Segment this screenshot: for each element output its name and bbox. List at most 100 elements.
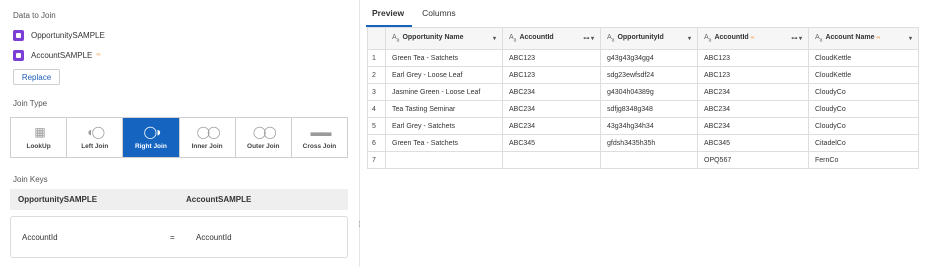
table-cell: gfdsh3435h35h	[600, 134, 698, 152]
join-key-operator: =	[170, 232, 175, 242]
table-cell: Tea Tasting Seminar	[385, 100, 503, 118]
table-cell: Earl Grey - Satchets	[385, 117, 503, 135]
text-type-icon: Aa	[392, 33, 400, 44]
column-header-label: Opportunity Name	[402, 33, 464, 41]
table-cell: 43g34hg34h34	[600, 117, 698, 135]
join-type-cross[interactable]: ▬▬ Cross Join	[292, 118, 347, 157]
table-cell	[600, 151, 698, 169]
join-keys-right-source: AccountSAMPLE	[186, 195, 252, 204]
column-header-label: Account Name	[825, 33, 875, 41]
key-icon[interactable]: ⊶ ▾	[583, 35, 594, 42]
table-row: 2 Earl Grey - Loose Leaf ABC123 sdg23ewf…	[367, 66, 919, 84]
table-cell: ABC234	[502, 83, 601, 101]
link-icon: ∞	[750, 34, 755, 41]
table-cell: ABC234	[697, 117, 809, 135]
row-number-header	[367, 27, 386, 50]
text-type-icon: Aa	[815, 33, 823, 44]
table-cell: CitadelCo	[808, 134, 919, 152]
table-cell: ABC123	[697, 66, 809, 84]
right-join-icon: ◯◑	[143, 124, 162, 139]
join-type-selector: ▦ LookUp ◐◯ Left Join ◯◑ Right Join ◯◯ I…	[10, 117, 348, 158]
datasource-name: OpportunitySAMPLE	[31, 30, 105, 40]
table-cell: sdfjg8348g348	[600, 100, 698, 118]
inner-join-icon: ◯◯	[196, 124, 221, 139]
table-cell: g4304h04389g	[600, 83, 698, 101]
column-header-label: AccountId	[714, 33, 749, 41]
table-cell: CloudyCo	[808, 117, 919, 135]
chevron-down-icon[interactable]: ▾	[688, 35, 691, 42]
column-header[interactable]: Aa Account Name ∞ ▾	[808, 27, 919, 50]
join-type-label-inner: Inner Join	[191, 142, 223, 150]
datasource-icon	[13, 29, 24, 41]
table-cell: g43g43g34gg4	[600, 49, 698, 67]
table-cell	[502, 151, 601, 169]
table-cell: ABC234	[697, 83, 809, 101]
text-type-icon: Aa	[607, 33, 615, 44]
join-config-panel: Data to Join OpportunitySAMPLE AccountSA…	[0, 0, 355, 267]
preview-tabs: Preview Columns	[362, 0, 464, 27]
table-cell: Earl Grey - Loose Leaf	[385, 66, 503, 84]
row-number: 5	[367, 117, 386, 135]
join-type-label-outer: Outer Join	[247, 142, 280, 150]
join-keys-header: OpportunitySAMPLE AccountSAMPLE	[10, 189, 348, 210]
table-cell: Green Tea - Satchets	[385, 134, 503, 152]
table-cell: sdg23ewfsdf24	[600, 66, 698, 84]
lookup-icon: ▦	[34, 124, 45, 139]
table-cell: CloudyCo	[808, 83, 919, 101]
data-to-join-label: Data to Join	[13, 11, 56, 20]
table-row: 1 Green Tea - Satchets ABC123 g43g43g34g…	[367, 49, 919, 67]
table-cell: CloudKettle	[808, 49, 919, 67]
join-type-left[interactable]: ◐◯ Left Join	[67, 118, 124, 157]
table-cell: Green Tea - Satchets	[385, 49, 503, 67]
preview-panel: Preview Columns Aa Opportunity Name ▾ Aa…	[362, 0, 929, 267]
join-type-inner[interactable]: ◯◯ Inner Join	[180, 118, 236, 157]
preview-table: Aa Opportunity Name ▾ Aa AccountId ⊶ ▾ Aa O…	[367, 27, 919, 169]
join-key-row[interactable]: AccountId = AccountId	[10, 216, 348, 258]
table-cell: ABC123	[502, 49, 601, 67]
table-header-row: Aa Opportunity Name ▾ Aa AccountId ⊶ ▾ Aa O…	[367, 27, 919, 50]
join-type-right[interactable]: ◯◑ Right Join	[123, 118, 180, 157]
cross-join-icon: ▬▬	[310, 124, 331, 139]
table-row: 7 OPQ567 FernCo	[367, 151, 919, 169]
row-number: 2	[367, 66, 386, 84]
datasource-name: AccountSAMPLE	[31, 50, 93, 60]
join-type-outer[interactable]: ◯◯ Outer Join	[236, 118, 292, 157]
row-number: 6	[367, 134, 386, 152]
link-icon: ∞	[96, 52, 101, 58]
key-icon[interactable]: ⊶ ▾	[791, 35, 802, 42]
join-key-left-field[interactable]: AccountId	[22, 233, 170, 242]
join-type-label-right: Right Join	[135, 142, 167, 150]
column-header[interactable]: Aa AccountId ∞ ⊶ ▾	[697, 27, 809, 50]
replace-button[interactable]: Replace	[13, 69, 60, 85]
table-row: 5 Earl Grey - Satchets ABC234 43g34hg34h…	[367, 117, 919, 135]
table-cell: ABC123	[697, 49, 809, 67]
column-header[interactable]: Aa AccountId ⊶ ▾	[502, 27, 601, 50]
table-cell	[385, 151, 503, 169]
datasource-account[interactable]: AccountSAMPLE ∞	[13, 48, 101, 62]
column-header[interactable]: Aa Opportunity Name ▾	[385, 27, 503, 50]
tab-columns[interactable]: Columns	[412, 8, 464, 24]
join-type-lookup[interactable]: ▦ LookUp	[11, 118, 68, 157]
chevron-down-icon[interactable]: ▾	[909, 35, 912, 42]
table-row: 6 Green Tea - Satchets ABC345 gfdsh3435h…	[367, 134, 919, 152]
outer-join-icon: ◯◯	[252, 124, 277, 139]
left-join-icon: ◐◯	[87, 124, 105, 139]
table-cell: FernCo	[808, 151, 919, 169]
column-header[interactable]: Aa OpportunityId ▾	[600, 27, 698, 50]
table-cell: ABC234	[502, 100, 601, 118]
datasource-opportunity[interactable]: OpportunitySAMPLE	[13, 28, 105, 42]
join-keys-label: Join Keys	[13, 175, 48, 184]
join-type-label-lookup: LookUp	[26, 142, 51, 150]
chevron-down-icon[interactable]: ▾	[493, 35, 496, 42]
row-number: 3	[367, 83, 386, 101]
column-header-label: OpportunityId	[617, 33, 664, 41]
link-icon: ∞	[876, 34, 881, 41]
join-type-label-left: Left Join	[81, 142, 109, 150]
join-type-label: Join Type	[13, 99, 48, 108]
table-row: 3 Jasmine Green - Loose Leaf ABC234 g430…	[367, 83, 919, 101]
tab-preview[interactable]: Preview	[362, 8, 413, 27]
join-key-right-field[interactable]: AccountId	[196, 233, 232, 242]
join-keys-left-source: OpportunitySAMPLE	[18, 195, 98, 204]
text-type-icon: Aa	[704, 33, 712, 44]
table-cell: CloudyCo	[808, 100, 919, 118]
